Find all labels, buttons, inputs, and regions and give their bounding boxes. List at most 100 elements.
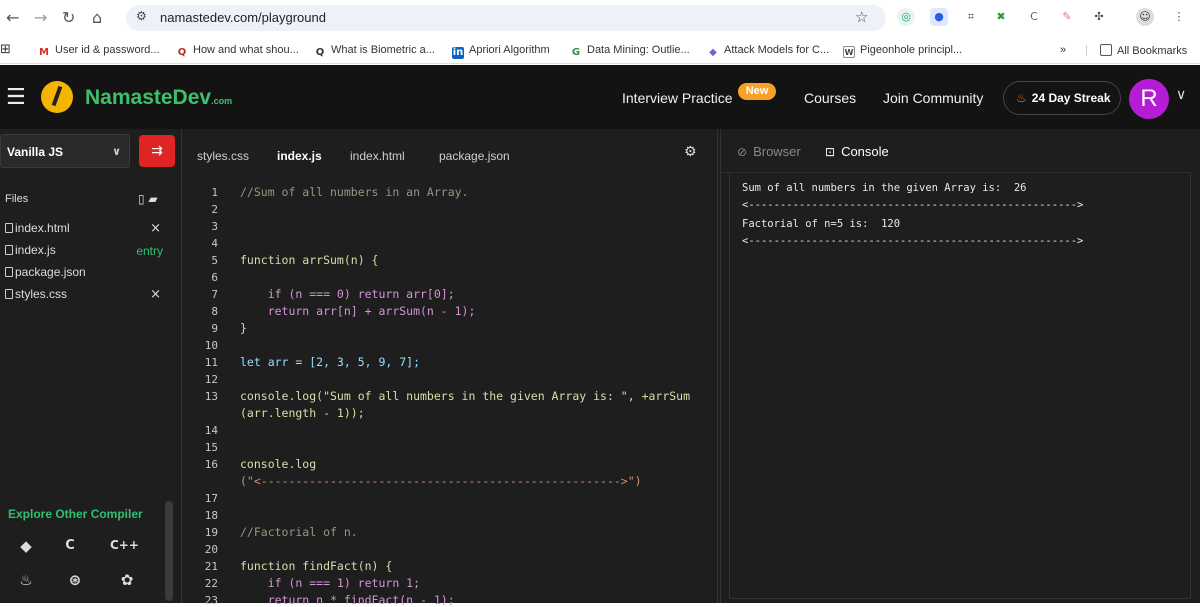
extension-icon[interactable]: ◎ bbox=[897, 8, 915, 26]
line-number: 9 bbox=[211, 322, 218, 335]
code-line[interactable]: //Factorial of n. bbox=[240, 525, 358, 539]
extensions-puzzle-icon[interactable]: ✣ bbox=[1090, 8, 1108, 26]
rust-icon[interactable]: ♨ bbox=[14, 571, 38, 589]
output-panel: ⊘ Browser ⊡ Console Sum of all numbers in … bbox=[720, 129, 1200, 603]
settings-sliders-icon[interactable]: ⚙ bbox=[684, 144, 697, 160]
streak-badge[interactable]: ♨ 24 Day Streak bbox=[1003, 81, 1121, 115]
bookmark-item[interactable]: Q How and what shou... bbox=[176, 44, 299, 59]
shield-icon: ◆ bbox=[709, 47, 717, 58]
bookmark-item[interactable]: M User id & password... bbox=[38, 44, 160, 59]
bookmark-item[interactable]: ◆ Attack Models for C... bbox=[707, 44, 829, 59]
line-number: 7 bbox=[211, 288, 218, 301]
tab-browser[interactable]: ⊘ Browser bbox=[737, 144, 801, 159]
code-line[interactable]: ("<-------------------------------------… bbox=[240, 474, 642, 488]
code-line[interactable]: function findFact(n) { bbox=[240, 559, 392, 573]
pen-icon[interactable]: ✎ bbox=[1058, 8, 1076, 26]
tab-package-json[interactable]: package.json bbox=[439, 149, 510, 163]
line-number: 4 bbox=[211, 237, 218, 250]
logo-text[interactable]: NamasteDev.com bbox=[85, 86, 232, 110]
code-line[interactable]: return arr[n] + arrSum(n - 1); bbox=[240, 304, 476, 318]
wiki-icon: W bbox=[843, 46, 855, 58]
file-item[interactable]: index.html × bbox=[5, 221, 165, 239]
run-button[interactable]: ⇉ bbox=[139, 135, 175, 167]
code-line[interactable]: } bbox=[240, 321, 247, 335]
screenshot-icon[interactable]: ⌗ bbox=[962, 8, 980, 26]
file-item[interactable]: index.js entry bbox=[5, 243, 165, 261]
file-icon bbox=[5, 289, 13, 299]
code-editor[interactable]: styles.css index.js index.html package.j… bbox=[181, 129, 718, 607]
code-line[interactable]: (arr.length - 1)); bbox=[240, 406, 365, 420]
line-number: 5 bbox=[211, 254, 218, 267]
site-info-icon[interactable]: ⚙ bbox=[136, 9, 147, 23]
extension-icon[interactable]: ✖ bbox=[992, 8, 1010, 26]
go-icon[interactable]: ⊛ bbox=[63, 571, 87, 589]
user-avatar[interactable]: R bbox=[1129, 79, 1169, 119]
line-number: 1 bbox=[211, 186, 218, 199]
url-text[interactable]: namastedev.com/playground bbox=[160, 10, 326, 25]
home-icon[interactable]: ⌂ bbox=[92, 8, 102, 27]
file-icon bbox=[5, 223, 13, 233]
all-bookmarks-button[interactable]: All Bookmarks bbox=[1100, 44, 1187, 57]
tab-styles-css[interactable]: styles.css bbox=[197, 149, 249, 163]
code-line[interactable]: //Sum of all numbers in an Array. bbox=[240, 185, 468, 199]
line-number: 17 bbox=[204, 492, 218, 505]
bookmark-item[interactable]: Q What is Biometric a... bbox=[314, 44, 435, 59]
browser-menu-icon[interactable]: ⋮ bbox=[1170, 8, 1188, 26]
apps-grid-icon[interactable]: ⊞ bbox=[0, 42, 11, 57]
nav-join-community[interactable]: Join Community bbox=[883, 90, 983, 106]
code-line[interactable]: console.log bbox=[240, 457, 316, 471]
line-number: 8 bbox=[211, 305, 218, 318]
line-number: 13 bbox=[204, 390, 218, 403]
file-sidebar: Vanilla JS ∨ ⇉ Files ▯ ▰ index.html × ind… bbox=[0, 129, 178, 603]
console-line: <---------------------------------------… bbox=[742, 199, 1084, 211]
tab-index-js[interactable]: index.js bbox=[277, 149, 322, 163]
line-number: 20 bbox=[204, 543, 218, 556]
new-file-folder-icons[interactable]: ▯ ▰ bbox=[138, 192, 158, 206]
c-icon[interactable]: C bbox=[58, 538, 82, 553]
code-line[interactable]: if (n === 0) return arr[0]; bbox=[240, 287, 455, 301]
terminal-icon: ⊡ bbox=[825, 145, 836, 159]
explore-compiler-label: Explore Other Compiler bbox=[8, 507, 143, 521]
code-line[interactable]: return n * findFact(n - 1); bbox=[240, 593, 455, 607]
line-number: 6 bbox=[211, 271, 218, 284]
profile-icon[interactable]: ☺ bbox=[1136, 8, 1154, 26]
chevron-down-icon: ∨ bbox=[112, 145, 121, 158]
nav-courses[interactable]: Courses bbox=[804, 90, 856, 106]
code-line[interactable]: console.log("Sum of all numbers in the g… bbox=[240, 389, 690, 403]
tab-console[interactable]: ⊡ Console bbox=[825, 144, 889, 159]
bookmark-star-icon[interactable]: ☆ bbox=[855, 8, 868, 26]
file-icon bbox=[5, 267, 13, 277]
file-item[interactable]: package.json bbox=[5, 265, 165, 283]
code-line[interactable]: if (n === 1) return 1; bbox=[240, 576, 420, 590]
back-arrow-icon[interactable]: ← bbox=[6, 8, 19, 27]
code-line[interactable]: let arr = [2, 3, 5, 9, 7]; bbox=[240, 355, 420, 369]
quora-icon: Q bbox=[177, 47, 187, 58]
sidebar-scrollbar[interactable] bbox=[165, 501, 173, 601]
forward-arrow-icon[interactable]: → bbox=[34, 8, 47, 27]
bookmark-item[interactable]: W Pigeonhole principl... bbox=[843, 44, 962, 58]
chevron-down-icon[interactable]: ∨ bbox=[1176, 87, 1186, 103]
linkedin-icon: in bbox=[452, 47, 464, 59]
bookmark-item[interactable]: in Apriori Algorithm bbox=[452, 44, 550, 59]
line-number: 12 bbox=[204, 373, 218, 386]
line-number: 10 bbox=[204, 339, 218, 352]
namastedev-logo[interactable] bbox=[41, 81, 73, 113]
bookmark-item[interactable]: G Data Mining: Outlie... bbox=[570, 44, 690, 59]
tab-index-html[interactable]: index.html bbox=[350, 149, 405, 163]
extension-icon[interactable]: C bbox=[1025, 8, 1043, 26]
more-bookmarks-button[interactable]: » bbox=[1060, 44, 1066, 56]
file-item[interactable]: styles.css × bbox=[5, 287, 165, 305]
folder-icon bbox=[1100, 44, 1112, 56]
line-number: 16 bbox=[204, 458, 218, 471]
nav-interview-practice[interactable]: Interview Practice bbox=[622, 90, 732, 106]
hamburger-menu-icon[interactable]: ☰ bbox=[6, 85, 26, 110]
code-line[interactable]: function arrSum(n) { bbox=[240, 253, 378, 267]
language-select[interactable]: Vanilla JS ∨ bbox=[0, 134, 130, 168]
close-icon[interactable]: × bbox=[150, 287, 161, 302]
reload-icon[interactable]: ↻ bbox=[62, 8, 75, 27]
close-icon[interactable]: × bbox=[150, 221, 161, 236]
cpp-icon[interactable]: C++ bbox=[110, 538, 139, 552]
java-icon[interactable]: ✿ bbox=[115, 571, 139, 589]
python-icon[interactable]: ◆ bbox=[14, 537, 38, 555]
extension-icon[interactable]: ● bbox=[930, 8, 948, 26]
